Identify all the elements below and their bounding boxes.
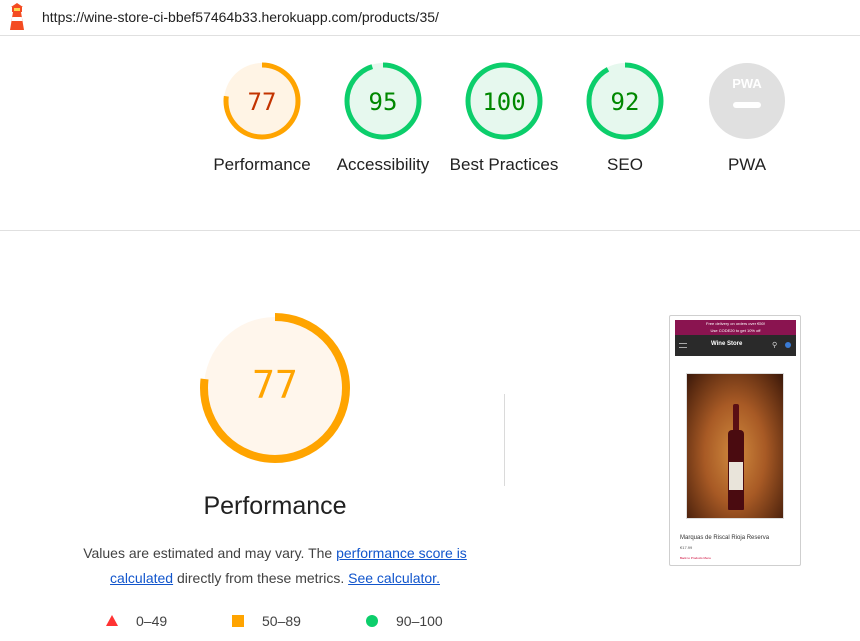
calculator-link[interactable]: See calculator. (348, 570, 440, 586)
thumb-promo-banner: Free delivery on orders over €50! Use CO… (675, 320, 796, 335)
gauge-best-practices-label: Best Practices (449, 155, 559, 174)
account-icon (785, 342, 791, 348)
gauge-seo-ring: 92 (586, 62, 664, 140)
gauge-best-practices-ring: 100 (465, 62, 543, 140)
search-icon: ⚲ (772, 342, 778, 349)
gauge-performance[interactable]: 77 Performance (207, 60, 317, 177)
gauge-seo-score: 92 (611, 88, 640, 116)
lighthouse-icon (10, 3, 24, 30)
section-divider (0, 230, 860, 231)
square-icon (232, 615, 244, 627)
gauge-seo[interactable]: 92 SEO (570, 60, 680, 177)
gauge-accessibility-ring: 95 (344, 62, 422, 140)
thumb-brand: Wine Store (711, 341, 743, 347)
gauge-accessibility[interactable]: 95 Accessibility (328, 60, 438, 177)
wine-bottle-icon (728, 404, 744, 510)
legend-pass-range: 90–100 (396, 613, 443, 629)
menu-icon (679, 343, 687, 348)
gauge-pwa[interactable]: PWA PWA (692, 60, 802, 177)
gauge-performance-score: 77 (248, 88, 277, 116)
description-text-2: directly from these metrics. (173, 570, 349, 586)
page-screenshot-thumbnail[interactable]: Free delivery on orders over €50! Use CO… (669, 315, 801, 566)
gauge-performance-label: Performance (213, 155, 311, 174)
vertical-divider (504, 394, 505, 486)
performance-big-score: 77 (252, 363, 298, 407)
performance-description: Values are estimated and may vary. The p… (60, 541, 490, 591)
pwa-dash-icon (733, 102, 761, 108)
gauge-accessibility-label: Accessibility (336, 155, 430, 174)
gauge-best-practices-score: 100 (482, 88, 525, 116)
thumb-product-price: €17.99 (680, 545, 693, 550)
performance-heading: Performance (203, 492, 347, 520)
performance-big-gauge: 77 (200, 313, 350, 463)
product-image (686, 373, 784, 519)
gauge-pwa-label: PWA (727, 155, 767, 174)
gauge-accessibility-score: 95 (369, 88, 398, 116)
thumb-banner-line-2: Use CODE20 to get 10% off (710, 328, 761, 333)
thumb-back-link: Back to Products Menu (680, 556, 712, 560)
gauge-best-practices[interactable]: 100 Best Practices (449, 60, 559, 177)
thumb-navbar: Wine Store ⚲ (675, 335, 796, 356)
legend-fail-range: 0–49 (136, 613, 168, 629)
gauge-pwa-background (709, 63, 785, 139)
page-url[interactable]: https://wine-store-ci-bbef57464b33.herok… (42, 9, 439, 25)
triangle-icon (106, 615, 118, 626)
thumb-banner-line-1: Free delivery on orders over €50! (706, 321, 765, 326)
thumb-product-name: Marquas de Riscal Rioja Reserva (680, 535, 770, 541)
pwa-badge-text: PWA (732, 76, 762, 91)
gauge-performance-ring: 77 (223, 62, 301, 140)
legend-average-range: 50–89 (262, 613, 301, 629)
description-text-1: Values are estimated and may vary. The (83, 545, 337, 561)
url-bar: https://wine-store-ci-bbef57464b33.herok… (0, 0, 860, 36)
gauge-seo-label: SEO (607, 155, 643, 174)
circle-icon (366, 615, 378, 627)
gauge-pwa-ring: PWA (709, 63, 785, 139)
